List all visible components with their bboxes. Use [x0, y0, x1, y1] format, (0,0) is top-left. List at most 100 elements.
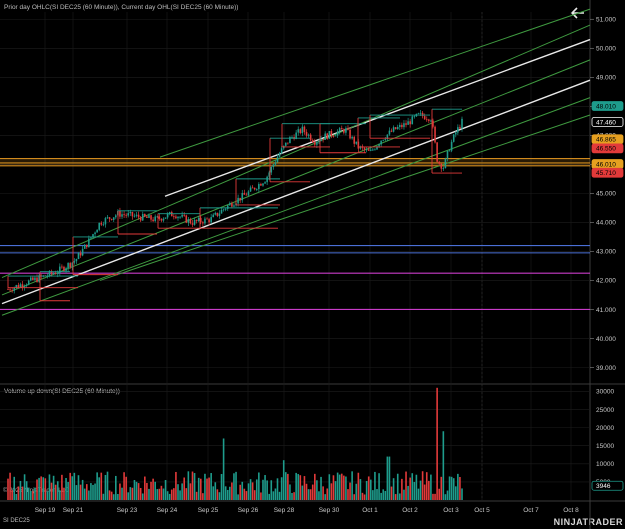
candle-body — [363, 147, 366, 150]
volume-bar — [359, 479, 362, 500]
volume-bar — [52, 475, 55, 500]
candle-body — [311, 140, 314, 143]
candle-body — [54, 273, 57, 275]
volume-bar — [25, 481, 28, 500]
candle-body — [75, 259, 78, 262]
candle-body — [367, 149, 370, 151]
candle-body — [369, 149, 372, 151]
volume-bar — [413, 481, 416, 500]
volume-bar — [129, 487, 132, 500]
volume-bar — [241, 481, 244, 500]
candle-body — [81, 248, 84, 256]
candle-body — [220, 209, 223, 214]
candle-body — [212, 214, 215, 218]
volume-bar — [448, 476, 451, 500]
candle-body — [83, 244, 86, 249]
candle-body — [137, 214, 140, 218]
candle-body — [307, 134, 310, 136]
volume-bar — [390, 486, 393, 500]
volume-bar — [7, 478, 9, 500]
volume-bar — [351, 471, 353, 500]
volume-bar — [328, 474, 331, 500]
volume-bar — [112, 494, 115, 500]
x-tick-label: Sep 24 — [157, 507, 178, 514]
volume-bar — [247, 483, 250, 500]
candle-body — [303, 126, 306, 133]
volume-bar — [355, 483, 358, 500]
volume-bar — [316, 480, 318, 500]
candle-body — [318, 141, 320, 142]
x-tick-label: Sep 30 — [319, 507, 340, 514]
candle-body — [202, 222, 204, 224]
volume-bar — [405, 471, 407, 500]
candle-body — [355, 141, 358, 144]
y-tick-label: 49.000 — [596, 75, 616, 82]
orange-band — [0, 158, 590, 166]
volume-bar — [197, 477, 200, 500]
candle-body — [195, 219, 198, 222]
volume-bar — [127, 492, 130, 500]
candle-body — [440, 163, 443, 169]
x-tick-label: Sep 26 — [238, 507, 259, 514]
candle-body — [401, 124, 403, 128]
volume-bar — [357, 472, 360, 500]
volume-bar — [419, 480, 422, 500]
volume-bar — [222, 438, 225, 500]
volume-bar — [386, 456, 389, 500]
volume-bar — [401, 478, 403, 500]
volume-bar — [307, 489, 310, 500]
candle-body — [372, 149, 374, 151]
y-tick-label: 39.000 — [596, 365, 616, 372]
volume-bar — [133, 480, 136, 500]
volume-bar — [349, 482, 351, 500]
y-tick-label: 50.000 — [596, 46, 616, 53]
volume-bar — [104, 474, 107, 500]
volume-bar — [268, 493, 271, 500]
candle-body — [226, 205, 229, 209]
candle-body — [106, 217, 109, 219]
candle-body — [270, 167, 273, 173]
volume-bar — [415, 474, 418, 500]
volume-bar — [114, 475, 117, 500]
volume-bar — [459, 477, 461, 500]
volume-bar — [224, 486, 227, 500]
candle-body — [25, 284, 28, 287]
chart-area[interactable]: Sep 19 Sep 21 Sep 23 Sep 24 Sep 25 Sep 26 Sep … — [0, 0, 625, 529]
volume-bar — [417, 488, 420, 500]
volume-bar — [235, 471, 237, 500]
volume-bar — [121, 487, 123, 500]
volume-bar — [434, 493, 436, 500]
candle-body — [94, 232, 96, 235]
candle-body — [274, 162, 277, 165]
volume-bar — [446, 490, 449, 500]
volume-bar — [226, 489, 229, 500]
volume-bar — [440, 476, 443, 500]
volume-bar — [423, 484, 426, 500]
candle-body — [349, 129, 351, 139]
candle-body — [380, 140, 382, 145]
candle-body — [110, 218, 113, 220]
candle-body — [405, 123, 407, 125]
candle-body — [102, 224, 105, 226]
volume-bar — [330, 483, 333, 500]
volume-bar — [110, 491, 113, 500]
volume-bar — [54, 484, 57, 500]
volume-bar — [324, 494, 326, 500]
volume-bar — [56, 481, 59, 500]
candle-body — [340, 128, 343, 130]
candle-body — [450, 141, 453, 151]
volume-bar — [15, 493, 18, 500]
volume-bar — [90, 483, 92, 500]
x-tick-label: Sep 28 — [274, 507, 295, 514]
volume-bar — [361, 492, 364, 500]
candle-body — [125, 214, 127, 216]
candle-body — [330, 130, 333, 136]
volume-bar — [27, 487, 30, 500]
candle-body — [399, 124, 401, 128]
volume-bar — [154, 481, 156, 500]
volume-bar — [303, 476, 306, 500]
volume-bar — [73, 472, 76, 500]
candle-body — [233, 205, 235, 207]
volume-bar — [336, 472, 339, 500]
y-tick-label: 41.000 — [596, 307, 616, 314]
